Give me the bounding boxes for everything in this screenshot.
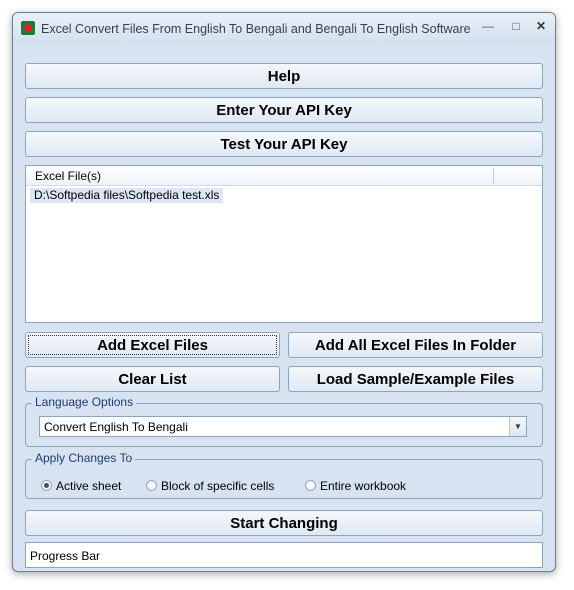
apply-changes-group: Apply Changes To Active sheet Block of s… bbox=[25, 451, 543, 499]
radio-unselected-icon[interactable] bbox=[305, 480, 316, 491]
radio-label: Block of specific cells bbox=[161, 479, 275, 493]
clear-list-button[interactable]: Clear List bbox=[25, 366, 280, 392]
app-window: Excel Convert Files From English To Beng… bbox=[12, 12, 556, 572]
apply-changes-title: Apply Changes To bbox=[32, 451, 136, 465]
test-api-key-button[interactable]: Test Your API Key bbox=[25, 131, 543, 157]
chevron-down-icon[interactable]: ▼ bbox=[509, 417, 526, 436]
file-list[interactable]: Excel File(s) D:\Softpedia files\Softped… bbox=[25, 165, 543, 323]
list-item[interactable]: D:\Softpedia files\Softpedia test.xls bbox=[30, 188, 224, 203]
language-options-title: Language Options bbox=[32, 395, 137, 409]
progress-bar: Progress Bar bbox=[25, 542, 543, 568]
language-options-group: Language Options Convert English To Beng… bbox=[25, 395, 543, 447]
language-select-value: Convert English To Bengali bbox=[44, 420, 188, 434]
window-title: Excel Convert Files From English To Beng… bbox=[41, 22, 471, 36]
file-list-header: Excel File(s) bbox=[26, 166, 542, 186]
help-button[interactable]: Help bbox=[25, 63, 543, 89]
enter-api-key-button[interactable]: Enter Your API Key bbox=[25, 97, 543, 123]
add-all-excel-files-in-folder-button[interactable]: Add All Excel Files In Folder bbox=[288, 332, 543, 358]
column-header-excel-files[interactable]: Excel File(s) bbox=[35, 169, 101, 183]
start-changing-button[interactable]: Start Changing bbox=[25, 510, 543, 536]
minimize-button[interactable]: — bbox=[475, 17, 501, 36]
maximize-button[interactable]: □ bbox=[503, 17, 529, 36]
title-bar[interactable]: Excel Convert Files From English To Beng… bbox=[13, 13, 555, 45]
radio-label: Entire workbook bbox=[320, 479, 407, 493]
close-button[interactable]: ✕ bbox=[531, 17, 551, 36]
add-excel-files-button[interactable]: Add Excel Files bbox=[25, 332, 280, 358]
progress-label: Progress Bar bbox=[30, 549, 101, 563]
load-sample-files-button[interactable]: Load Sample/Example Files bbox=[288, 366, 543, 392]
radio-label: Active sheet bbox=[56, 479, 122, 493]
language-select[interactable]: Convert English To Bengali ▼ bbox=[39, 416, 527, 437]
column-separator[interactable] bbox=[493, 168, 494, 183]
radio-selected-icon[interactable] bbox=[41, 480, 52, 491]
client-area: Help Enter Your API Key Test Your API Ke… bbox=[19, 45, 549, 568]
app-icon bbox=[21, 21, 35, 35]
radio-unselected-icon[interactable] bbox=[146, 480, 157, 491]
